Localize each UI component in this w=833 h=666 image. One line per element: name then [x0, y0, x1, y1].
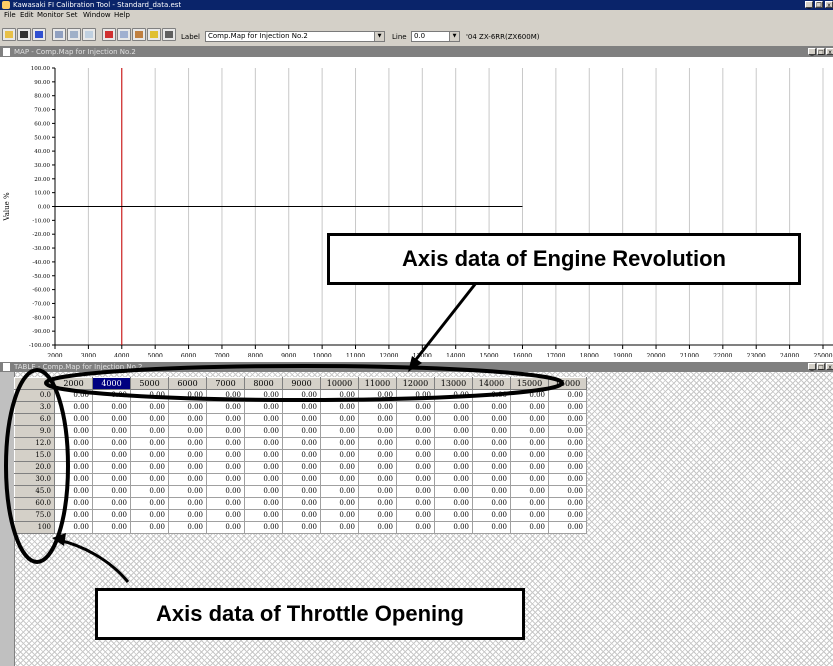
- column-axis-highlight-ellipse: [44, 364, 564, 402]
- throttle-opening-callout: Axis data of Throttle Opening: [95, 588, 525, 640]
- row-axis-highlight-ellipse: [4, 368, 70, 564]
- engine-callout-pointer: [412, 282, 478, 363]
- throttle-callout-pointer: [57, 538, 130, 583]
- engine-revolution-callout: Axis data of Engine Revolution: [327, 233, 801, 285]
- annotation-overlay: [4, 282, 564, 583]
